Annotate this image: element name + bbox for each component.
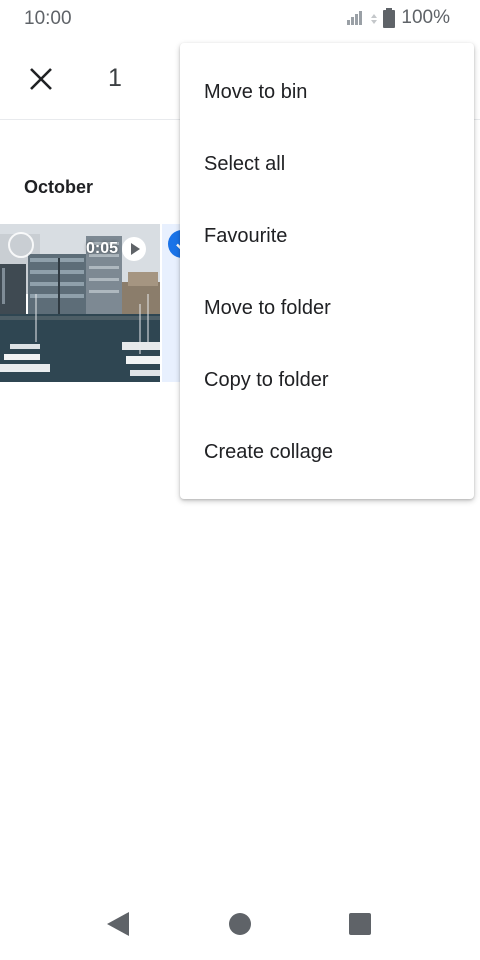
select-circle-icon[interactable] xyxy=(8,232,34,258)
menu-item-copy-to-folder[interactable]: Copy to folder xyxy=(180,344,474,416)
home-icon[interactable] xyxy=(229,913,251,935)
status-time: 10:00 xyxy=(24,8,72,29)
play-icon xyxy=(122,237,146,261)
battery-icon xyxy=(383,8,396,28)
menu-item-favourite[interactable]: Favourite xyxy=(180,200,474,272)
back-icon[interactable] xyxy=(107,912,129,936)
close-icon xyxy=(30,68,52,90)
video-thumbnail[interactable]: 0:05 xyxy=(0,224,160,382)
menu-item-create-collage[interactable]: Create collage xyxy=(180,416,474,488)
menu-item-move-to-folder[interactable]: Move to folder xyxy=(180,272,474,344)
data-activity-icon xyxy=(371,11,378,25)
close-selection-button[interactable] xyxy=(18,56,64,102)
overflow-menu: Move to bin Select all Favourite Move to… xyxy=(180,43,474,499)
video-duration: 0:05 xyxy=(85,240,118,257)
signal-icon xyxy=(347,9,367,27)
section-date-header: October xyxy=(24,177,94,197)
menu-item-move-to-bin[interactable]: Move to bin xyxy=(180,56,474,128)
menu-item-select-all[interactable]: Select all xyxy=(180,128,474,200)
recents-icon[interactable] xyxy=(349,913,371,935)
status-bar: 10:00 100% xyxy=(0,0,480,38)
system-nav-bar xyxy=(0,890,480,960)
battery-percentage: 100% xyxy=(401,7,450,28)
status-icons: 100% xyxy=(347,7,450,29)
selection-count: 1 xyxy=(108,64,122,92)
